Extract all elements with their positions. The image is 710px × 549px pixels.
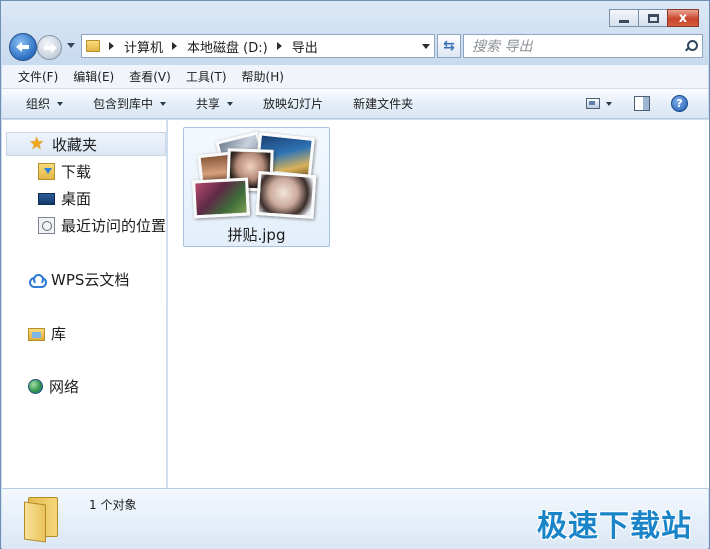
organize-button[interactable]: 组织 — [26, 95, 64, 112]
minimize-button[interactable] — [609, 9, 639, 27]
nav-favorites-label: 收藏夹 — [52, 135, 98, 154]
image-collage-thumbnail-icon — [191, 131, 319, 221]
refresh-button[interactable]: ⇆ — [437, 34, 461, 58]
organize-label: 组织 — [26, 97, 51, 111]
chevron-down-icon — [160, 102, 167, 109]
star-icon: ★ — [29, 133, 45, 154]
caption-buttons: x — [609, 9, 699, 27]
chevron-down-icon — [227, 102, 234, 109]
search-icon[interactable] — [684, 40, 698, 52]
close-icon: x — [678, 10, 688, 26]
breadcrumb-chevron-icon[interactable] — [109, 42, 118, 50]
nav-network[interactable]: 网络 — [2, 374, 79, 398]
nav-wps-cloud-label: WPS云文档 — [51, 270, 130, 289]
downloads-folder-icon — [38, 162, 55, 180]
nav-libraries-label: 库 — [51, 324, 67, 343]
share-label: 共享 — [196, 97, 221, 111]
breadcrumb-computer[interactable]: 计算机 — [124, 37, 163, 56]
cloud-icon — [28, 274, 47, 288]
breadcrumb-local-disk[interactable]: 本地磁盘 (D:) — [187, 37, 268, 56]
details-pane: 1 个对象 极速下载站 — [2, 488, 708, 549]
chevron-down-icon — [57, 102, 64, 109]
menu-file[interactable]: 文件(F) — [18, 68, 58, 85]
forward-button[interactable] — [37, 35, 62, 60]
address-bar[interactable]: 计算机 本地磁盘 (D:) 导出 — [81, 34, 435, 58]
file-list[interactable]: 拼贴.jpg — [168, 120, 709, 488]
menu-view[interactable]: 查看(V) — [129, 68, 171, 85]
breadcrumb-chevron-icon[interactable] — [172, 42, 181, 50]
maximize-button[interactable] — [638, 9, 668, 27]
recent-pages-dropdown[interactable] — [67, 43, 75, 52]
folder-icon — [24, 497, 64, 543]
navigation-pane: ★ 收藏夹 下载 桌面 最近访问的位置 WPS云文档 库 网络 — [2, 120, 167, 488]
network-icon — [28, 378, 43, 394]
folder-icon — [86, 40, 100, 52]
watermark-text: 极速下载站 — [537, 509, 692, 544]
nav-recent-places-label: 最近访问的位置 — [61, 216, 167, 235]
share-button[interactable]: 共享 — [196, 95, 234, 112]
nav-network-label: 网络 — [49, 377, 80, 396]
nav-desktop[interactable]: 桌面 — [2, 186, 91, 210]
file-name: 拼贴.jpg — [227, 226, 286, 244]
menu-bar: 文件(F) 编辑(E) 查看(V) 工具(T) 帮助(H) — [2, 65, 708, 89]
navigation-row: 计算机 本地磁盘 (D:) 导出 ⇆ 搜索 导出 — [9, 31, 703, 63]
preview-pane-icon[interactable] — [634, 96, 650, 111]
desktop-icon — [38, 193, 55, 205]
close-button[interactable]: x — [667, 9, 699, 27]
nav-wps-cloud[interactable]: WPS云文档 — [2, 267, 129, 291]
view-options-dropdown-icon[interactable] — [606, 102, 612, 109]
new-folder-button[interactable]: 新建文件夹 — [353, 95, 413, 112]
breadcrumb-export[interactable]: 导出 — [292, 37, 318, 56]
refresh-icon: ⇆ — [443, 38, 455, 54]
nav-downloads-label: 下载 — [61, 162, 92, 181]
slideshow-button[interactable]: 放映幻灯片 — [263, 95, 323, 112]
breadcrumb-chevron-icon[interactable] — [276, 42, 286, 50]
change-view-icon[interactable] — [586, 98, 600, 109]
nav-favorites[interactable]: ★ 收藏夹 — [6, 132, 166, 156]
back-arrow-icon — [16, 41, 30, 53]
item-count: 1 个对象 — [89, 498, 137, 512]
nav-libraries[interactable]: 库 — [2, 321, 66, 345]
include-in-library-label: 包含到库中 — [93, 97, 154, 111]
address-history-dropdown-icon[interactable] — [422, 44, 430, 53]
help-icon[interactable]: ? — [671, 95, 688, 112]
back-button[interactable] — [9, 33, 37, 61]
command-bar: 组织 包含到库中 共享 放映幻灯片 新建文件夹 ? — [2, 89, 708, 119]
recent-places-icon — [38, 216, 55, 234]
menu-tools[interactable]: 工具(T) — [186, 68, 227, 85]
maximize-icon — [647, 13, 659, 23]
nav-downloads[interactable]: 下载 — [2, 159, 91, 183]
explorer-window: x 计算机 本地磁盘 (D:) 导出 ⇆ 搜索 导出 文件(F) 编辑(E) 查… — [0, 0, 710, 549]
include-in-library-button[interactable]: 包含到库中 — [93, 95, 167, 112]
forward-arrow-icon — [43, 42, 57, 54]
nav-desktop-label: 桌面 — [61, 189, 92, 208]
minimize-icon — [619, 19, 629, 23]
library-icon — [28, 327, 45, 341]
search-box[interactable]: 搜索 导出 — [463, 34, 703, 58]
menu-edit[interactable]: 编辑(E) — [73, 68, 114, 85]
nav-recent-places[interactable]: 最近访问的位置 — [2, 213, 166, 237]
file-item[interactable]: 拼贴.jpg — [183, 127, 330, 247]
search-input[interactable]: 搜索 导出 — [472, 36, 532, 56]
menu-help[interactable]: 帮助(H) — [242, 68, 284, 85]
